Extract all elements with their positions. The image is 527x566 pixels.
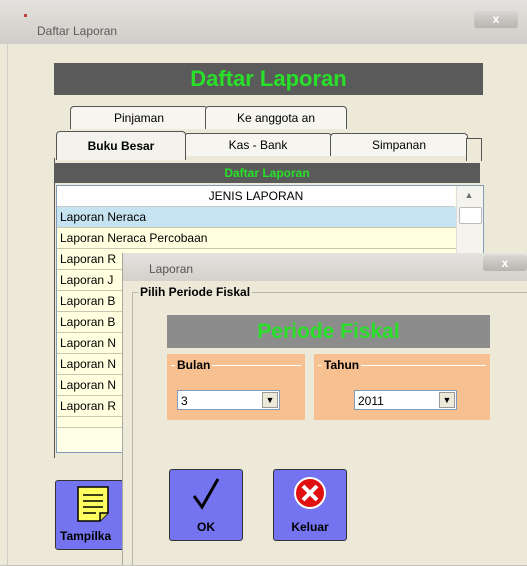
chevron-down-icon[interactable]: ▼ — [262, 392, 278, 408]
chevron-down-icon[interactable]: ▼ — [439, 392, 455, 408]
checkmark-icon — [192, 478, 220, 510]
main-window-title: Daftar Laporan — [37, 24, 118, 38]
app-icon — [24, 14, 27, 17]
tahun-label: Tahun — [322, 358, 362, 372]
list-item[interactable]: Laporan Neraca Percobaan — [57, 228, 458, 249]
tab-buku-besar[interactable]: Buku Besar — [56, 131, 186, 160]
bulan-select[interactable]: 3 ▼ — [177, 390, 280, 410]
tab-ke-anggota-an[interactable]: Ke anggota an — [205, 106, 347, 129]
ok-label: OK — [197, 520, 215, 534]
dialog-title: Laporan — [149, 262, 194, 276]
dialog-titlebar[interactable]: Laporan x — [123, 253, 527, 281]
tab-simpanan[interactable]: Simpanan — [330, 133, 468, 156]
list-item[interactable]: Laporan Neraca — [57, 207, 458, 228]
groupbox-label: Pilih Periode Fiskal — [138, 285, 253, 299]
tahun-select[interactable]: 2011 ▼ — [354, 390, 457, 410]
tahun-value: 2011 — [358, 394, 384, 408]
keluar-label: Keluar — [291, 520, 329, 534]
tahun-panel: Tahun 2011 ▼ — [314, 354, 490, 420]
tampilkan-label: Tampilka — [60, 529, 112, 543]
scroll-up-icon[interactable]: ▲ — [462, 190, 476, 200]
scroll-thumb[interactable] — [459, 207, 482, 224]
bulan-panel: Bulan 3 ▼ — [167, 354, 305, 420]
page-title-banner: Daftar Laporan — [54, 63, 483, 95]
tab-kas-bank[interactable]: Kas - Bank — [184, 133, 332, 156]
list-column-header[interactable]: JENIS LAPORAN — [57, 186, 455, 207]
main-close-button[interactable]: x — [474, 11, 518, 28]
fiskal-banner: Periode Fiskal — [167, 315, 490, 348]
periode-dialog: Laporan x Pilih Periode Fiskal Periode F… — [122, 253, 527, 566]
list-title-banner: Daftar Laporan — [54, 163, 480, 183]
bulan-label: Bulan — [175, 358, 213, 372]
close-circle-icon — [294, 477, 326, 509]
keluar-button[interactable]: Keluar — [273, 469, 347, 541]
bulan-value: 3 — [181, 394, 188, 408]
note-icon — [77, 486, 109, 522]
main-titlebar[interactable]: Daftar Laporan x — [0, 0, 527, 44]
dialog-close-button[interactable]: x — [483, 255, 527, 271]
tab-pinjaman[interactable]: Pinjaman — [70, 106, 208, 129]
ok-button[interactable]: OK — [169, 469, 243, 541]
